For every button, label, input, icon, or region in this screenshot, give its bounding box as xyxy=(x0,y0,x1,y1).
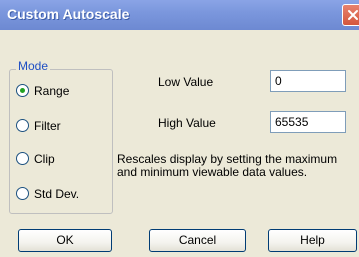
low-value-label: Low Value xyxy=(158,75,214,89)
high-value-input[interactable]: 65535 xyxy=(270,111,346,133)
radio-circle xyxy=(16,84,29,97)
radio-filter-label: Filter xyxy=(34,119,61,133)
radio-filter[interactable]: Filter xyxy=(16,117,111,135)
radio-std-dev[interactable]: Std Dev. xyxy=(16,185,111,203)
radio-clip[interactable]: Clip xyxy=(16,150,111,168)
close-icon xyxy=(348,10,358,20)
ok-button[interactable]: OK xyxy=(18,229,112,252)
mode-group-label: Mode xyxy=(16,59,51,73)
radio-circle xyxy=(16,152,29,165)
window-title: Custom Autoscale xyxy=(7,6,130,22)
description-text: Rescales display by setting the maximum … xyxy=(117,152,338,179)
close-button[interactable] xyxy=(342,4,359,26)
radio-clip-label: Clip xyxy=(34,152,55,166)
radio-std-dev-label: Std Dev. xyxy=(34,187,80,201)
radio-range[interactable]: Range xyxy=(16,82,111,100)
cancel-button[interactable]: Cancel xyxy=(149,229,246,252)
low-value-input[interactable]: 0 xyxy=(270,70,346,92)
radio-range-label: Range xyxy=(34,84,70,98)
radio-selected-dot xyxy=(20,88,25,93)
radio-circle xyxy=(16,119,29,132)
radio-circle xyxy=(16,187,29,200)
help-button[interactable]: Help xyxy=(268,229,357,252)
title-bar[interactable]: Custom Autoscale xyxy=(0,0,359,30)
high-value-label: High Value xyxy=(158,116,216,130)
custom-autoscale-dialog: Custom Autoscale Mode Range Filter Clip … xyxy=(0,0,359,257)
